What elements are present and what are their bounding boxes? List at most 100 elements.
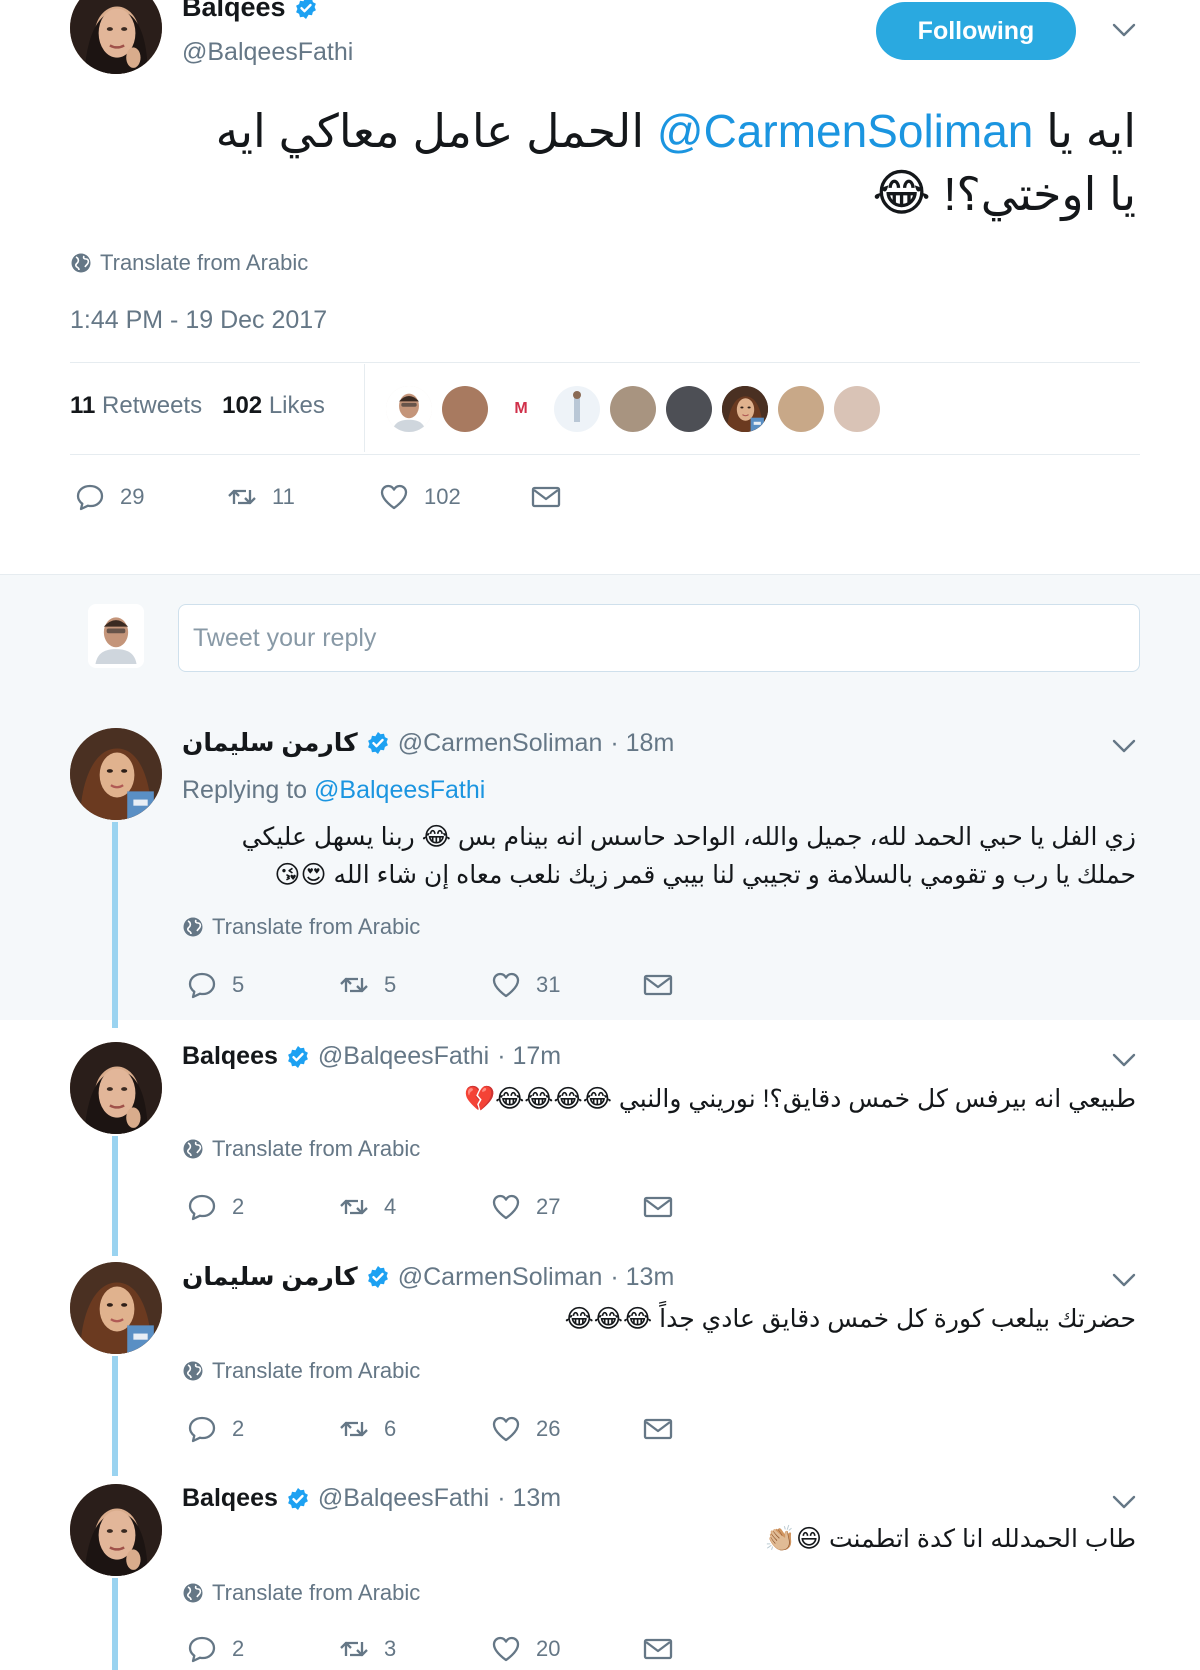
liker-avatars: M <box>386 386 880 432</box>
mail-icon <box>642 1634 674 1664</box>
reply-time[interactable]: · 13m <box>610 1263 674 1292</box>
like-action[interactable]: 26 <box>490 1414 642 1444</box>
liker-avatar[interactable] <box>386 386 432 432</box>
mail-icon <box>530 482 562 512</box>
reply-author-handle[interactable]: @CarmenSoliman <box>398 1263 603 1292</box>
reply-menu-chevron-icon[interactable] <box>1110 1050 1138 1070</box>
reply-action[interactable]: 5 <box>186 970 338 1000</box>
liker-avatar[interactable] <box>554 386 600 432</box>
reply-author-handle[interactable]: @BalqeesFathi <box>318 1042 489 1071</box>
liker-avatar[interactable]: M <box>498 386 544 432</box>
translate-link[interactable]: Translate from Arabic <box>70 250 308 276</box>
retweet-action[interactable]: 6 <box>338 1414 490 1444</box>
reply-author-name[interactable]: Balqees <box>182 1042 278 1071</box>
reply-avatar[interactable] <box>70 1484 162 1576</box>
liker-avatar[interactable] <box>442 386 488 432</box>
reply-avatar[interactable] <box>70 1262 162 1354</box>
mail-icon <box>642 1414 674 1444</box>
reply-header: Balqees @BalqeesFathi · 13m <box>182 1484 561 1513</box>
translate-link[interactable]: Translate from Arabic <box>182 914 420 940</box>
divider-bottom <box>70 454 1140 455</box>
reply-text-line-1: زي الفل يا حبي الحمد لله، جميل والله، ال… <box>241 823 1136 851</box>
follow-button[interactable]: Following <box>876 2 1076 60</box>
globe-icon <box>182 916 204 938</box>
like-action[interactable]: 20 <box>490 1634 642 1664</box>
globe-icon <box>182 1582 204 1604</box>
reply-menu-chevron-icon[interactable] <box>1110 736 1138 756</box>
tweet-text: ايه يا @CarmenSoliman الحمل عامل معاكي ا… <box>70 100 1136 225</box>
reply-avatar[interactable] <box>70 728 162 820</box>
like-action[interactable]: 102 <box>378 482 530 512</box>
reply-action[interactable]: 29 <box>74 482 226 512</box>
author-name[interactable]: Balqees <box>182 0 286 23</box>
direct-message-action[interactable] <box>642 970 674 1000</box>
verified-badge-icon <box>294 0 318 20</box>
reply-input[interactable]: Tweet your reply <box>178 604 1140 672</box>
liker-avatar[interactable] <box>834 386 880 432</box>
reply-action[interactable]: 2 <box>186 1634 338 1664</box>
direct-message-action[interactable] <box>530 482 562 512</box>
globe-icon <box>182 1360 204 1382</box>
author-avatar[interactable] <box>70 0 162 74</box>
retweet-action[interactable]: 3 <box>338 1634 490 1664</box>
replying-to-link[interactable]: @BalqeesFathi <box>314 776 485 804</box>
retweet-action[interactable]: 4 <box>338 1192 490 1222</box>
reply-time[interactable]: · 13m <box>497 1484 561 1513</box>
tweet-stats: 11 Retweets 102 Likes <box>70 392 325 420</box>
heart-icon <box>378 482 410 512</box>
author-name-row: Balqees <box>182 0 318 23</box>
heart-icon <box>490 1634 522 1664</box>
translate-link[interactable]: Translate from Arabic <box>182 1136 420 1162</box>
retweet-action[interactable]: 11 <box>226 482 378 512</box>
likes-stat[interactable]: 102 Likes <box>222 392 325 420</box>
reply-icon <box>74 482 106 512</box>
current-user-avatar <box>88 604 144 668</box>
retweet-icon <box>338 1634 370 1664</box>
reply-time[interactable]: · 18m <box>610 729 674 758</box>
reply-avatar[interactable] <box>70 1042 162 1134</box>
retweets-stat[interactable]: 11 Retweets <box>70 392 202 420</box>
liker-avatar[interactable] <box>722 386 768 432</box>
reply-header: كارمن سليمان @CarmenSoliman · 18m <box>182 728 674 758</box>
retweet-icon <box>226 482 258 512</box>
reply-icon <box>186 1414 218 1444</box>
reply-action[interactable]: 2 <box>186 1414 338 1444</box>
mention-carmensoliman[interactable]: @CarmenSoliman <box>657 105 1034 157</box>
reply-input-placeholder: Tweet your reply <box>193 623 377 652</box>
thread-line <box>112 1578 118 1670</box>
liker-avatar[interactable] <box>666 386 712 432</box>
direct-message-action[interactable] <box>642 1414 674 1444</box>
reply-time[interactable]: · 17m <box>497 1042 561 1071</box>
main-tweet-actions: 29 11 102 <box>74 482 562 512</box>
reply-action[interactable]: 2 <box>186 1192 338 1222</box>
thread-line <box>112 822 118 1028</box>
translate-link[interactable]: Translate from Arabic <box>182 1580 420 1606</box>
tweet-menu-chevron-icon[interactable] <box>1110 20 1138 40</box>
liker-avatar[interactable] <box>610 386 656 432</box>
reply-header: كارمن سليمان @CarmenSoliman · 13m <box>182 1262 674 1292</box>
tweet-timestamp[interactable]: 1:44 PM - 19 Dec 2017 <box>70 306 327 335</box>
author-handle[interactable]: @BalqeesFathi <box>182 38 353 67</box>
mail-icon <box>642 1192 674 1222</box>
like-action[interactable]: 27 <box>490 1192 642 1222</box>
reply-text: طبيعي انه بيرفس كل خمس دقايق؟! نوريني وا… <box>463 1085 1136 1113</box>
translate-link[interactable]: Translate from Arabic <box>182 1358 420 1384</box>
direct-message-action[interactable] <box>642 1192 674 1222</box>
reply-author-name[interactable]: كارمن سليمان <box>182 728 358 758</box>
thread-line <box>112 1136 118 1256</box>
direct-message-action[interactable] <box>642 1634 674 1664</box>
retweet-action[interactable]: 5 <box>338 970 490 1000</box>
reply-author-handle[interactable]: @BalqeesFathi <box>318 1484 489 1513</box>
globe-icon <box>182 1138 204 1160</box>
like-action[interactable]: 31 <box>490 970 642 1000</box>
reply-author-name[interactable]: Balqees <box>182 1484 278 1513</box>
reply-icon <box>186 970 218 1000</box>
liker-avatar[interactable] <box>778 386 824 432</box>
reply-actions: 2 4 27 <box>186 1192 674 1222</box>
reply-author-handle[interactable]: @CarmenSoliman <box>398 729 603 758</box>
reply-text: طاب الحمدلله انا كدة اتطمنت 😄👏🏼 <box>764 1525 1136 1553</box>
reply-menu-chevron-icon[interactable] <box>1110 1270 1138 1290</box>
reply-author-name[interactable]: كارمن سليمان <box>182 1262 358 1292</box>
reply-menu-chevron-icon[interactable] <box>1110 1492 1138 1512</box>
divider-top <box>70 362 1140 363</box>
